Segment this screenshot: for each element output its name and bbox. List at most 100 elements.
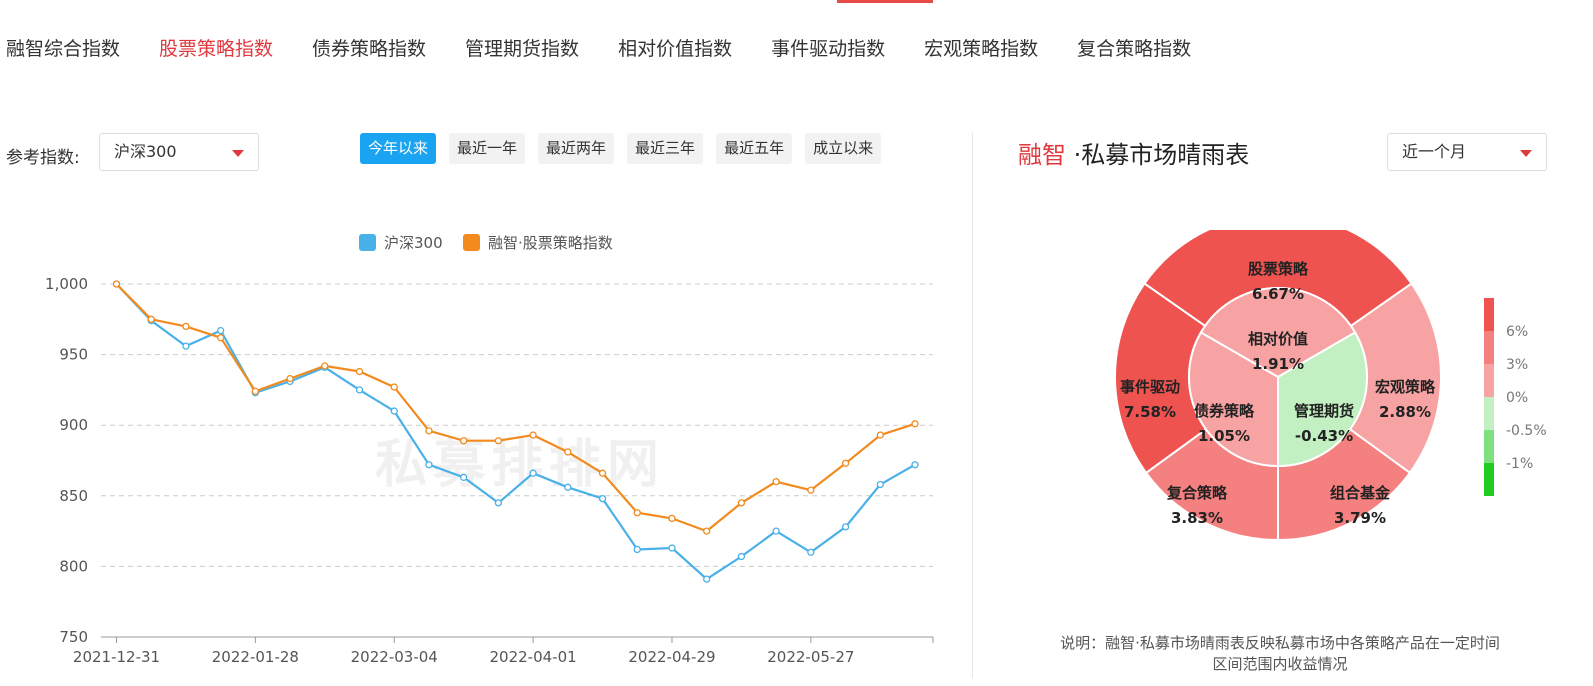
slice-label: 事件驱动 [1120, 378, 1180, 396]
data-point[interactable] [112, 280, 121, 288]
data-point[interactable] [390, 407, 398, 415]
x-tick-label: 2022-04-29 [628, 648, 715, 666]
data-point[interactable] [807, 548, 815, 556]
panel-divider [972, 133, 973, 678]
data-point[interactable] [633, 545, 641, 554]
data-point[interactable] [529, 469, 537, 477]
active-tab-indicator [837, 0, 933, 3]
data-point[interactable] [841, 523, 850, 531]
scale-band [1484, 331, 1494, 364]
reference-index-value: 沪深300 [114, 142, 177, 161]
data-point[interactable] [182, 322, 190, 331]
data-point[interactable] [772, 478, 780, 486]
market-barometer-pie: 股票策略 6.67% 宏观策略 2.88% 组合基金 3.79% 复合策略 3.83% 事件驱动… [1114, 230, 1547, 542]
slice-value: 7.58% [1124, 403, 1176, 421]
slice-value: 1.05% [1198, 427, 1250, 445]
data-point[interactable] [286, 374, 294, 383]
barometer-title-text: ·私募市场晴雨表 [1066, 141, 1250, 169]
x-tick-label: 2022-05-27 [767, 648, 854, 666]
data-point[interactable] [668, 544, 676, 552]
data-point[interactable] [876, 431, 884, 439]
data-point[interactable] [425, 427, 433, 435]
data-point[interactable] [598, 469, 607, 477]
data-point[interactable] [911, 461, 919, 469]
legend-swatch-stock-index [463, 234, 480, 251]
data-point[interactable] [633, 509, 641, 517]
range-1y-button[interactable]: 最近一年 [449, 133, 526, 164]
legend-swatch-hs300 [359, 234, 376, 251]
x-tick-label: 2022-03-04 [351, 648, 438, 666]
range-3y-button[interactable]: 最近三年 [627, 133, 704, 164]
y-tick-label: 1,000 [45, 275, 88, 293]
slice-value: 3.83% [1171, 509, 1223, 527]
series-hs300[interactable] [112, 280, 919, 583]
data-point[interactable] [807, 486, 815, 494]
data-point[interactable] [529, 431, 537, 439]
tab-relative-value[interactable]: 相对价值指数 [618, 34, 732, 61]
scale-band [1484, 298, 1494, 331]
data-point[interactable] [772, 527, 780, 535]
data-point[interactable] [494, 499, 503, 507]
chart-legend[interactable]: 沪深300 融智·股票策略指数 [359, 234, 613, 252]
data-point[interactable] [390, 383, 398, 391]
y-tick-label: 750 [59, 628, 88, 646]
data-point[interactable] [703, 575, 711, 583]
slice-value: 1.91% [1252, 355, 1304, 373]
strategy-tabs: 融智综合指数 股票策略指数 债券策略指数 管理期货指数 相对价值指数 事件驱动指… [6, 34, 1230, 61]
slice-value: 2.88% [1379, 403, 1431, 421]
data-point[interactable] [876, 480, 884, 489]
data-point[interactable] [564, 483, 572, 491]
data-point[interactable] [425, 461, 433, 469]
watermark: 私募排排网 [375, 435, 665, 495]
slice-label: 相对价值 [1248, 330, 1308, 348]
tab-macro-strategy[interactable]: 宏观策略指数 [924, 34, 1038, 61]
data-point[interactable] [321, 362, 329, 370]
period-select[interactable]: 近一个月 [1387, 133, 1547, 171]
data-point[interactable] [841, 459, 850, 467]
range-5y-button[interactable]: 最近五年 [716, 133, 793, 164]
data-point[interactable] [911, 420, 919, 428]
data-point[interactable] [460, 473, 468, 482]
tab-bond-strategy[interactable]: 债券策略指数 [312, 34, 426, 61]
y-tick-label: 950 [59, 346, 88, 364]
slice-label: 管理期货 [1294, 402, 1354, 420]
data-point[interactable] [668, 514, 676, 523]
legend-label-hs300[interactable]: 沪深300 [384, 234, 443, 252]
tab-compound-strategy[interactable]: 复合策略指数 [1077, 34, 1191, 61]
grid-lines [101, 283, 933, 567]
scale-band [1484, 463, 1494, 496]
data-point[interactable] [703, 527, 711, 535]
slice-value: 3.79% [1334, 509, 1386, 527]
data-point[interactable] [217, 326, 225, 335]
data-point[interactable] [217, 334, 225, 342]
data-point[interactable] [251, 387, 260, 395]
tab-stock-strategy[interactable]: 股票策略指数 [159, 34, 273, 61]
range-2y-button[interactable]: 最近两年 [538, 133, 615, 164]
slice-label: 债券策略 [1194, 402, 1255, 420]
range-since-inception-button[interactable]: 成立以来 [805, 133, 882, 164]
legend-label-stock-index[interactable]: 融智·股票策略指数 [488, 234, 613, 252]
data-point[interactable] [737, 499, 746, 507]
slice-label: 组合基金 [1330, 484, 1391, 502]
data-point[interactable] [494, 437, 503, 445]
index-line-chart: 沪深300 融智·股票策略指数 私募排排网 1,000 950 900 850 800 7… [45, 234, 934, 666]
range-ytd-button[interactable]: 今年以来 [360, 133, 437, 164]
data-point[interactable] [598, 494, 607, 503]
data-point[interactable] [564, 448, 572, 456]
reference-index-label: 参考指数: [6, 148, 80, 168]
scale-label: 6% [1506, 324, 1528, 340]
tab-composite[interactable]: 融智综合指数 [6, 34, 120, 61]
reference-index-select[interactable]: 沪深300 [99, 133, 259, 171]
tab-event-driven[interactable]: 事件驱动指数 [771, 34, 885, 61]
data-point[interactable] [737, 552, 746, 561]
slice-label: 股票策略 [1248, 260, 1309, 278]
y-axis: 1,000 950 900 850 800 750 [45, 275, 88, 646]
period-select-value: 近一个月 [1402, 142, 1467, 161]
data-point[interactable] [460, 437, 468, 445]
tab-managed-futures[interactable]: 管理期货指数 [465, 34, 579, 61]
color-scale-legend: 6% 3% 0% -0.5% -1% [1484, 298, 1547, 496]
data-point[interactable] [355, 386, 364, 394]
data-point[interactable] [182, 342, 190, 350]
data-point[interactable] [355, 367, 364, 376]
data-point[interactable] [147, 315, 155, 323]
